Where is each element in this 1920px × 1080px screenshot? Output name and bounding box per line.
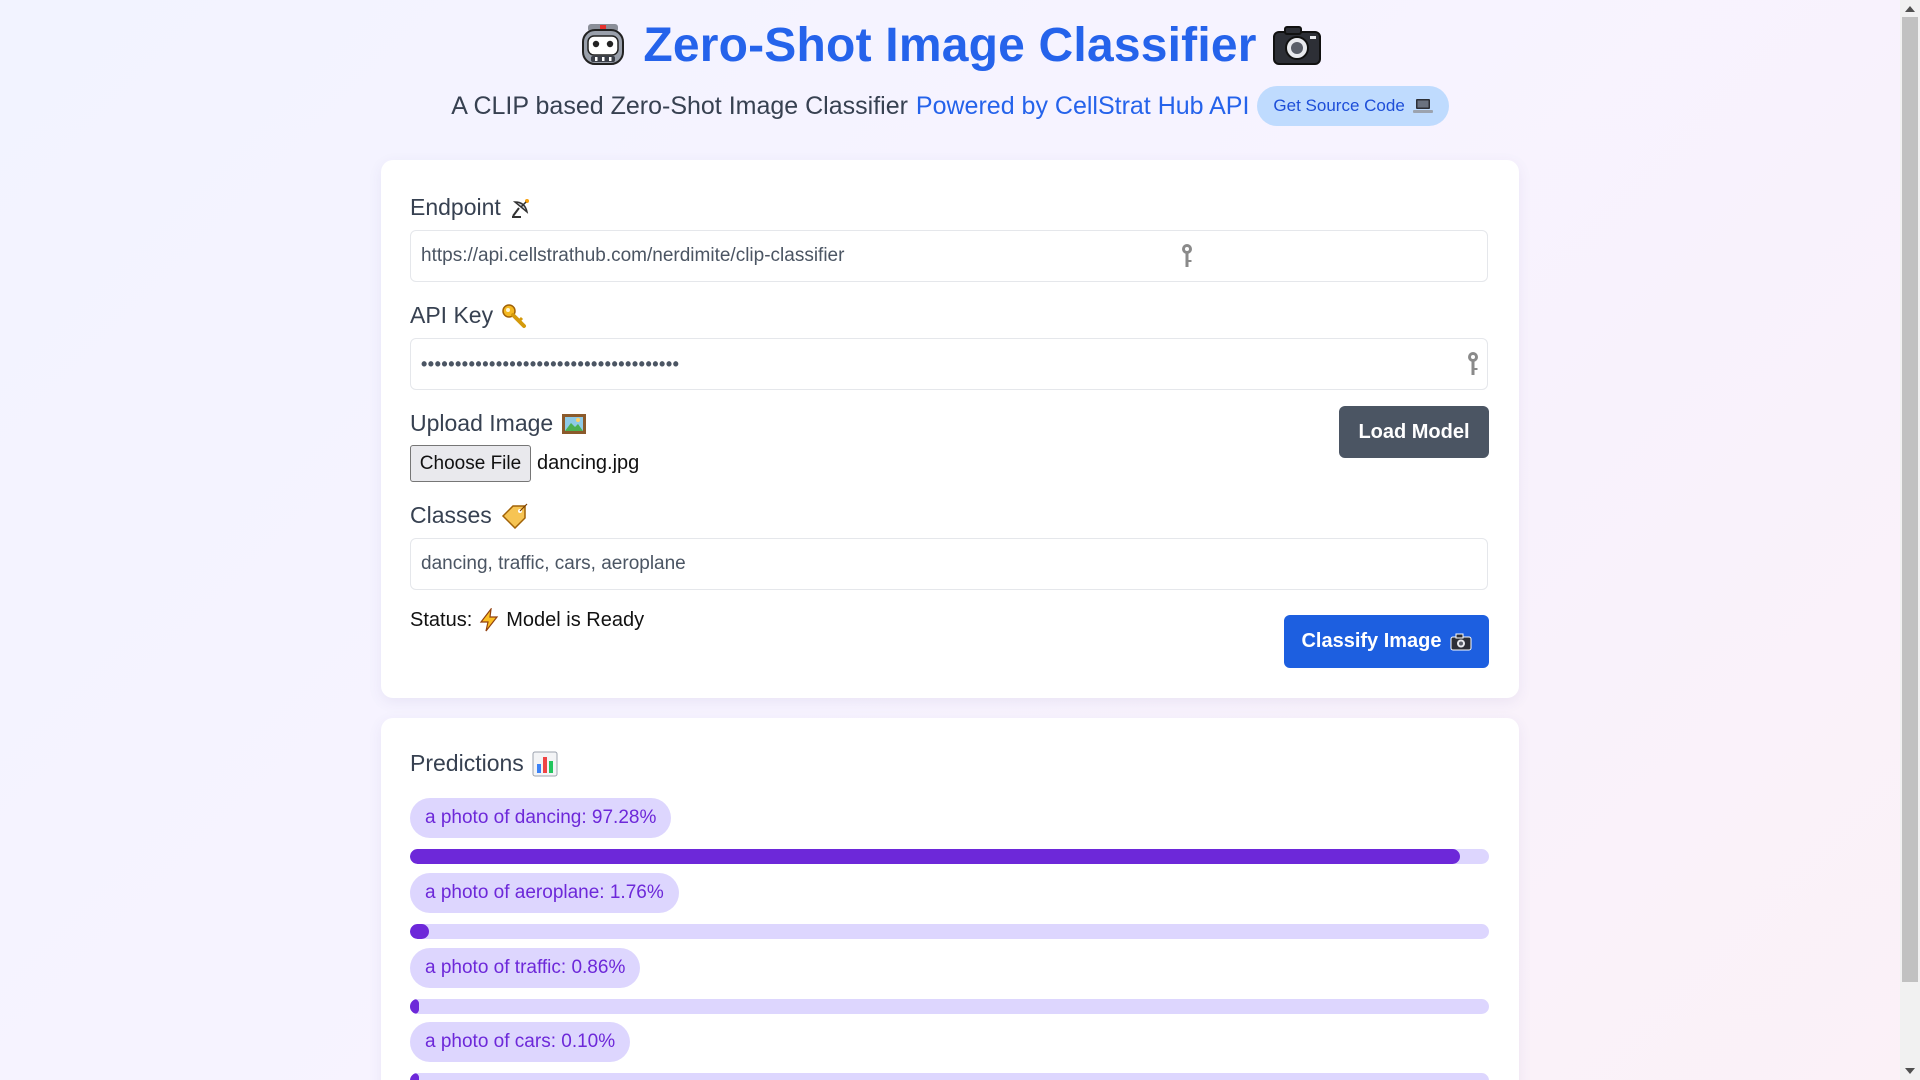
prediction-label: a photo of traffic: 0.86% (410, 948, 641, 988)
prediction-bar-track (410, 924, 1489, 939)
key-icon (502, 303, 527, 328)
scroll-down-arrow-icon[interactable] (1905, 1068, 1915, 1074)
label-tag-icon (501, 503, 528, 529)
framed-picture-icon (562, 413, 587, 434)
scrollbar-thumb[interactable] (1902, 17, 1918, 982)
prediction-bar-fill (410, 924, 429, 939)
prediction-item: a photo of dancing: 97.28% (410, 798, 1489, 864)
subtitle-text: A CLIP based Zero-Shot Image Classifier (451, 91, 908, 120)
lightning-icon (480, 608, 499, 632)
robot-icon (582, 23, 625, 65)
api-key-label-text: API Key (410, 302, 494, 328)
upload-label-text: Upload Image (410, 410, 554, 436)
classes-label: Classes (410, 502, 528, 529)
laptop-icon (1412, 99, 1433, 113)
status-label: Status: (410, 608, 473, 631)
prediction-bar-track (410, 849, 1489, 864)
predictions-title: Predictions (410, 750, 558, 777)
upload-image-label: Upload Image (410, 410, 587, 437)
classes-input-value: dancing, traffic, cars, aeroplane (421, 553, 686, 574)
camera-icon (1272, 25, 1321, 65)
predictions-card: Predictions a photo of dancing: 97.28% a… (381, 718, 1519, 1080)
api-key-input[interactable]: •••••••••••••••••••••••••••••••••••••• (410, 338, 1488, 390)
endpoint-label: Endpoint (410, 194, 533, 221)
satellite-dish-icon (511, 198, 529, 218)
endpoint-input-value: https://api.cellstrathub.com/nerdimite/c… (421, 245, 845, 266)
api-key-label: API Key (410, 302, 527, 329)
prediction-bar-track (410, 999, 1489, 1014)
password-manager-key-icon[interactable] (1466, 351, 1480, 377)
prediction-item: a photo of traffic: 0.86% (410, 948, 1489, 1014)
predictions-title-text: Predictions (410, 750, 524, 776)
page-subtitle: A CLIP based Zero-Shot Image Classifier … (0, 86, 1900, 126)
load-model-button[interactable]: Load Model (1339, 406, 1489, 458)
scroll-up-arrow-icon[interactable] (1905, 6, 1915, 12)
page-title: Zero-Shot Image Classifier (643, 19, 1257, 72)
classes-input[interactable]: dancing, traffic, cars, aeroplane (410, 538, 1488, 590)
prediction-item: a photo of cars: 0.10% (410, 1022, 1489, 1080)
prediction-bar-track (410, 1073, 1489, 1080)
classify-image-button[interactable]: Classify Image (1284, 615, 1489, 668)
vertical-scrollbar[interactable] (1900, 0, 1920, 1080)
get-source-code-button[interactable]: Get Source Code (1257, 86, 1449, 126)
camera-icon (1450, 633, 1472, 650)
endpoint-input[interactable]: https://api.cellstrathub.com/nerdimite/c… (410, 230, 1488, 282)
choose-file-button[interactable]: Choose File (410, 445, 531, 482)
page-header: Zero-Shot Image Classifier (0, 18, 1900, 73)
prediction-label: a photo of aeroplane: 1.76% (410, 873, 679, 913)
powered-by-link[interactable]: Powered by CellStrat Hub API (916, 92, 1250, 121)
source-button-label: Get Source Code (1273, 96, 1405, 115)
endpoint-label-text: Endpoint (410, 194, 501, 220)
prediction-bar-fill (410, 999, 420, 1014)
prediction-label: a photo of cars: 0.10% (410, 1022, 631, 1062)
prediction-bar-fill (410, 849, 1460, 864)
classes-label-text: Classes (410, 502, 492, 528)
prediction-label: a photo of dancing: 97.28% (410, 798, 672, 838)
page: Zero-Shot Image Classifier A CLIP based … (0, 0, 1900, 1080)
status-value: Model is Ready (506, 608, 645, 631)
status-indicator: Status: Model is Ready (410, 608, 644, 632)
api-key-masked-value: •••••••••••••••••••••••••••••••••••••• (421, 353, 680, 374)
password-manager-key-icon[interactable] (1180, 243, 1194, 269)
classify-button-label: Classify Image (1301, 630, 1442, 652)
selected-file-name: dancing.jpg (537, 452, 640, 474)
classifier-form-card: Endpoint https://api.cellstrathub.com/ne… (381, 160, 1519, 698)
prediction-item: a photo of aeroplane: 1.76% (410, 873, 1489, 939)
prediction-bar-fill (410, 1073, 419, 1080)
bar-chart-icon (532, 751, 558, 776)
